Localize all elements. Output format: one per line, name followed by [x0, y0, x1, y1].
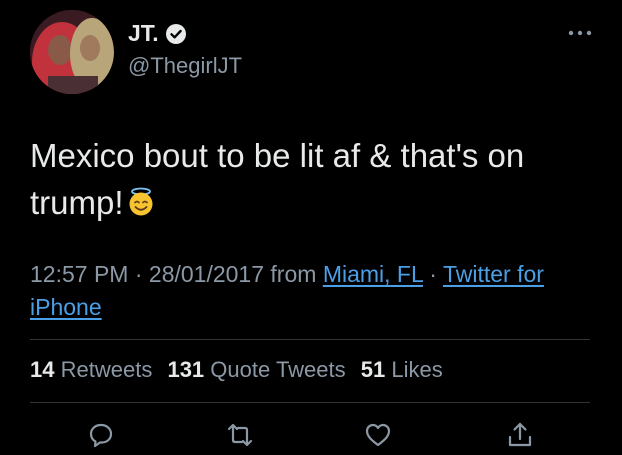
like-heart-icon[interactable] [363, 420, 393, 450]
quote-tweets-stat[interactable]: 131 Quote Tweets [167, 357, 345, 382]
reply-icon[interactable] [86, 420, 116, 450]
likes-count: 51 [360, 357, 386, 382]
meta-separator: · [128, 261, 149, 287]
share-icon[interactable] [505, 420, 535, 450]
tweet-time: 12:57 PM [30, 261, 129, 287]
tweet-meta: 12:57 PM · 28/01/2017 from Miami, FL · T… [30, 258, 600, 324]
avatar[interactable] [30, 10, 114, 94]
more-options-icon[interactable] [566, 26, 594, 40]
display-name[interactable]: JT. [128, 22, 187, 45]
retweets-label: Retweets [60, 357, 153, 382]
quote-tweets-label: Quote Tweets [210, 357, 346, 382]
retweets-stat[interactable]: 14 Retweets [30, 357, 152, 382]
from-label: from [264, 261, 323, 287]
display-name-text[interactable]: JT. [128, 22, 159, 45]
location-link[interactable]: Miami, FL [323, 261, 423, 287]
action-bar [0, 418, 622, 451]
meta-separator: · [422, 261, 443, 287]
tweet-body: Mexico bout to be lit af & that's on tru… [30, 137, 525, 221]
quote-tweets-count: 131 [167, 357, 205, 382]
likes-stat[interactable]: 51 Likes [361, 357, 443, 382]
divider [30, 402, 590, 403]
smiling-face-with-halo-icon [126, 182, 156, 216]
tweet-stats: 14 Retweets 131 Quote Tweets 51 Likes [30, 357, 452, 383]
likes-label: Likes [391, 357, 443, 382]
tweet-text: Mexico bout to be lit af & that's on tru… [30, 132, 590, 226]
tweet-date: 28/01/2017 [148, 261, 265, 287]
divider [30, 339, 590, 340]
user-handle[interactable]: @ThegirlJT [128, 55, 242, 77]
retweets-count: 14 [30, 357, 55, 382]
verified-badge-icon [165, 23, 187, 45]
retweet-icon[interactable] [225, 420, 255, 450]
